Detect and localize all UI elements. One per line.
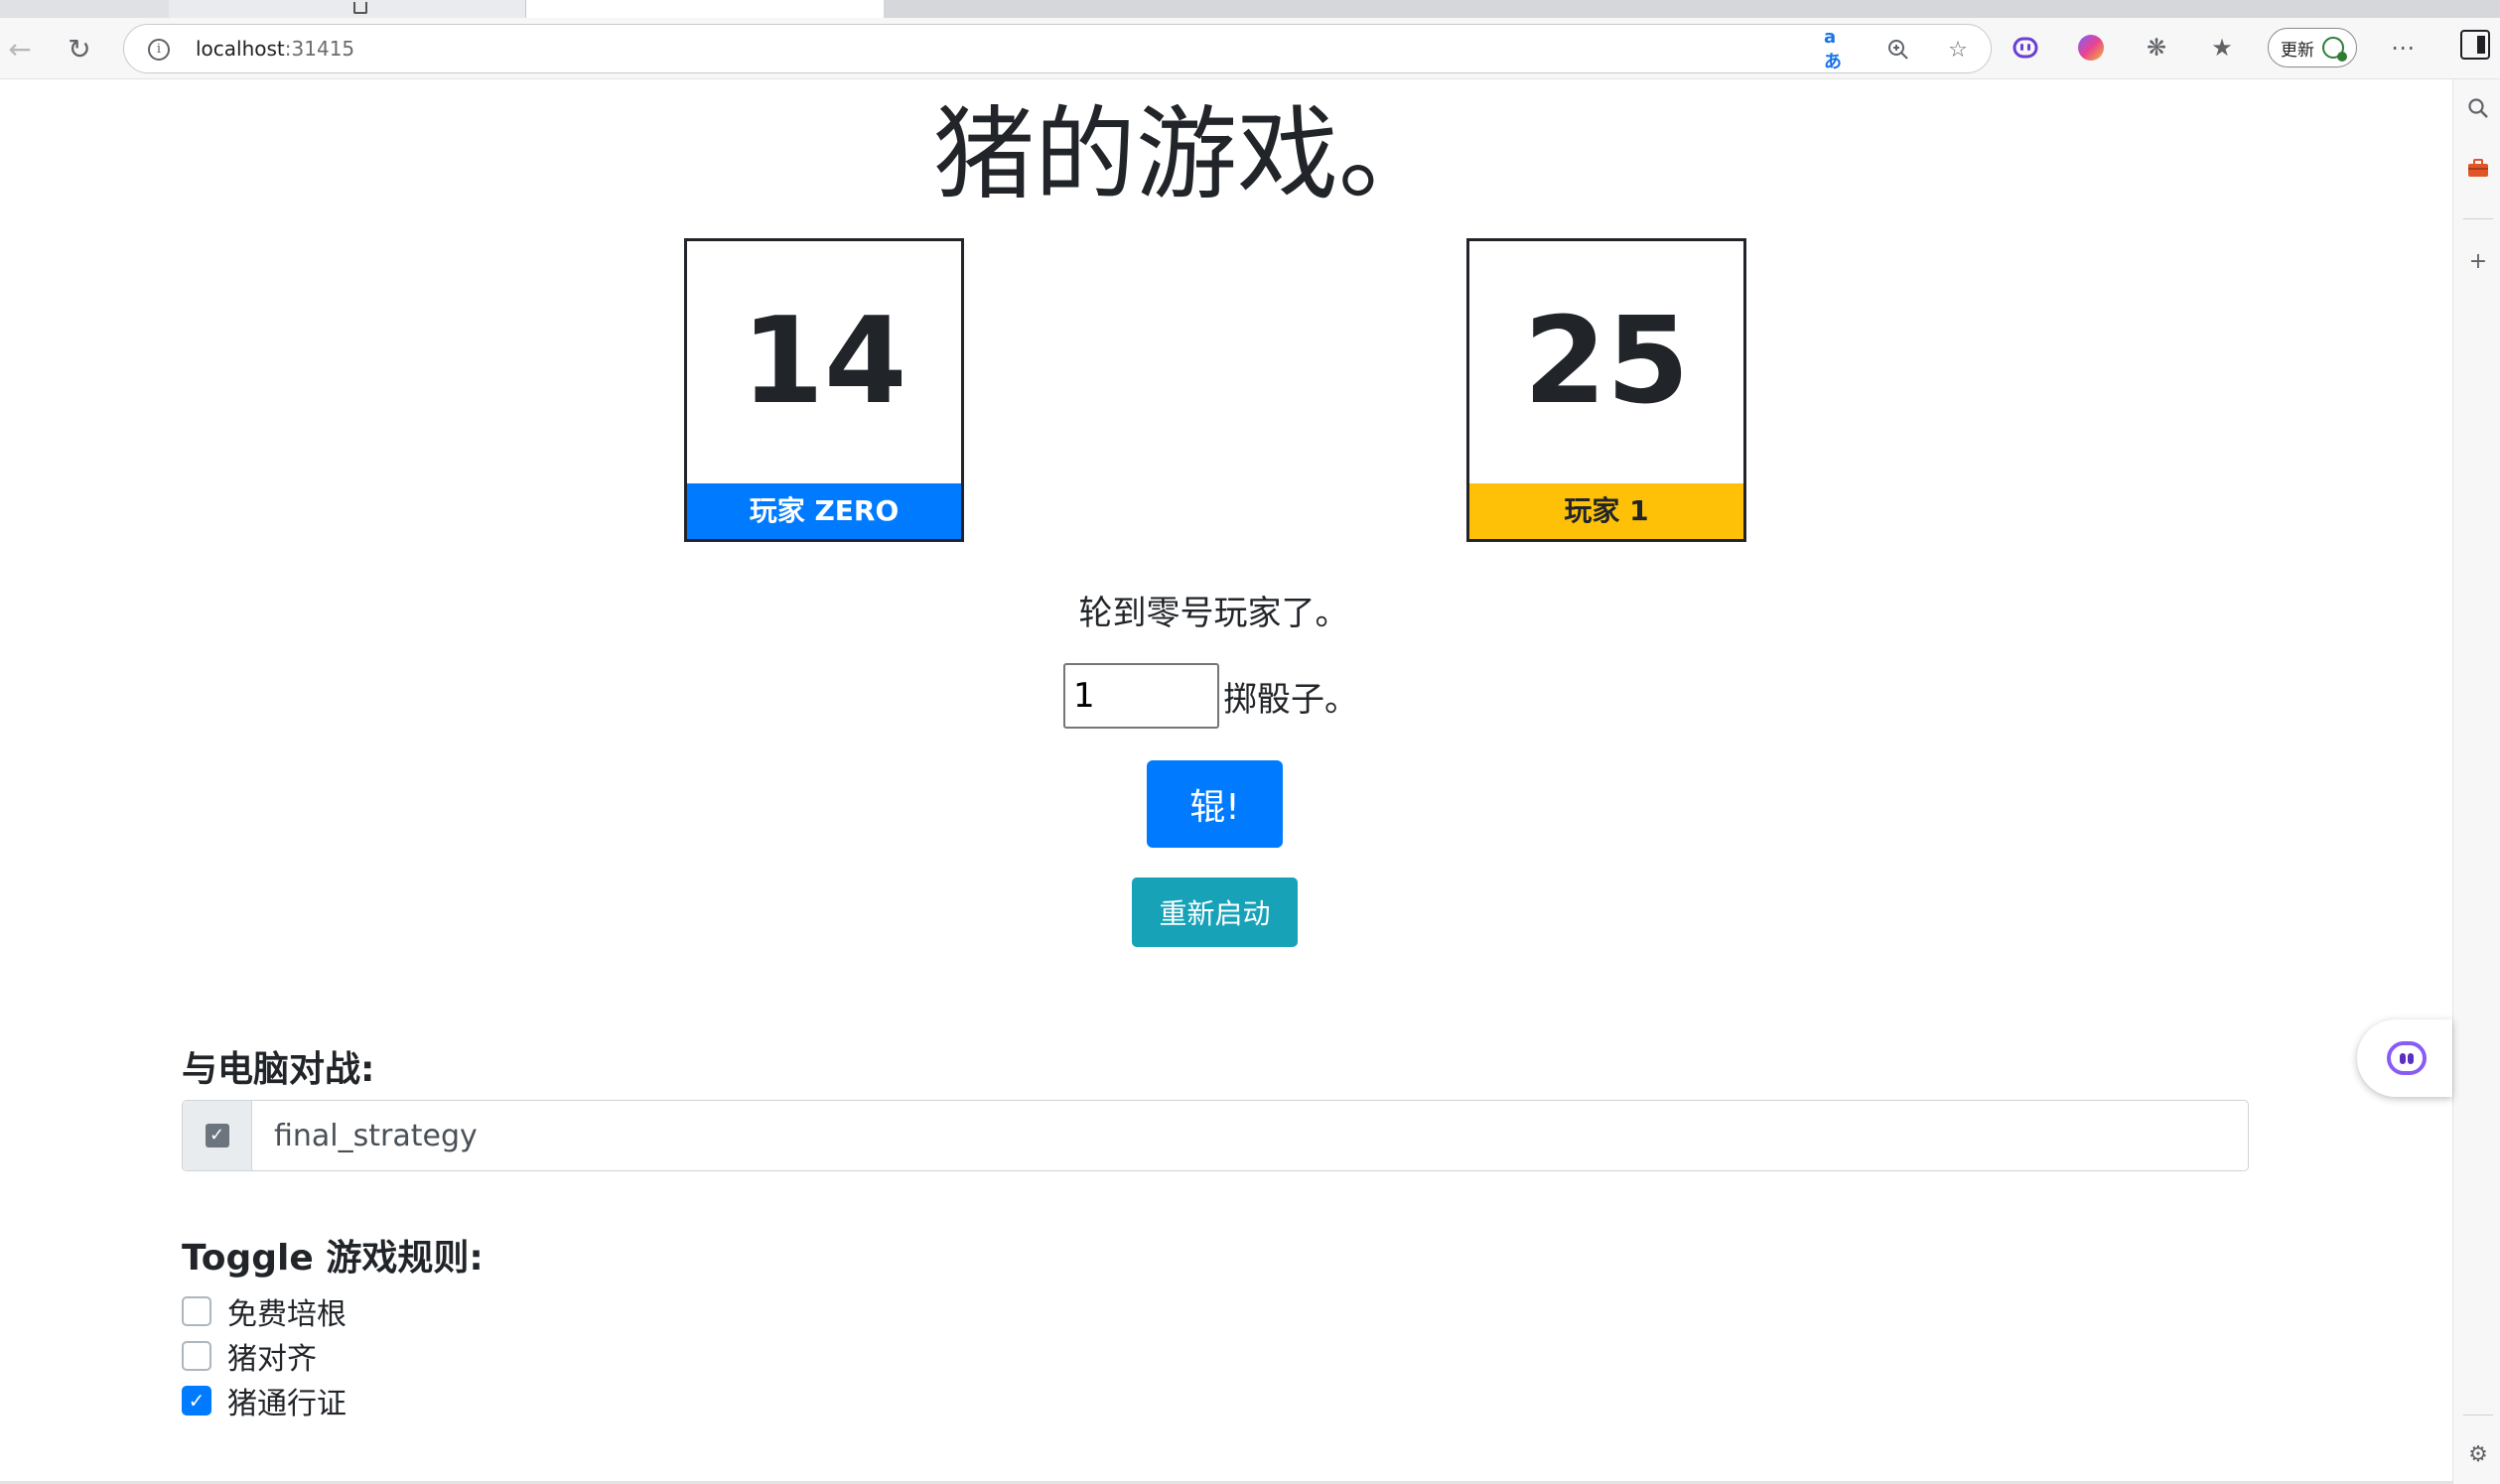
address-bar[interactable]: i localhost:31415 aあ ☆	[123, 24, 1992, 73]
reload-icon[interactable]: ↻	[60, 29, 99, 68]
player1-score: 25	[1523, 293, 1690, 431]
player0-score: 14	[741, 293, 907, 431]
player0-scorebox: 14 玩家 ZERO	[684, 238, 964, 542]
rule-label[interactable]: 免费培根	[227, 1289, 347, 1333]
roll-button[interactable]: 辊!	[1147, 760, 1283, 848]
rule-pig-align[interactable]: 猪对齐	[182, 1334, 317, 1378]
vs-computer-heading: 与电脑对战:	[182, 1049, 375, 1090]
translate-icon[interactable]: aあ	[1824, 27, 1854, 72]
tab-active[interactable]	[526, 0, 1076, 18]
rule-checkbox[interactable]	[182, 1296, 211, 1326]
copilot-face-icon[interactable]	[2006, 28, 2045, 67]
zoom-icon[interactable]	[1883, 35, 1913, 65]
favorite-icon[interactable]: ☆	[1943, 35, 1973, 65]
tab-strip	[0, 0, 2500, 18]
dice-count-input[interactable]	[1063, 663, 1219, 729]
checkbox-checked-icon[interactable]: ✓	[205, 1124, 229, 1147]
dice-row: 掷骰子。	[1063, 663, 1358, 729]
tab-page-icon	[353, 2, 367, 14]
rule-label[interactable]: 猪通行证	[227, 1379, 347, 1422]
player1-scorebox: 25 玩家 1	[1466, 238, 1746, 542]
url-text[interactable]: localhost:31415	[196, 37, 354, 61]
page-content: 猪的游戏。 14 玩家 ZERO 25 玩家 1 轮到零号玩家了。 掷骰子。 辊…	[0, 79, 2452, 1484]
rule-free-bacon[interactable]: 免费培根	[182, 1289, 347, 1333]
browser-sidebar: + ⚙	[2452, 79, 2500, 1484]
restart-button[interactable]: 重新启动	[1132, 877, 1298, 947]
settings-icon[interactable]: ⚙	[2465, 1441, 2491, 1467]
strategy-input-group: ✓	[182, 1100, 2249, 1171]
tab-inactive[interactable]	[169, 0, 526, 18]
favorites-list-icon[interactable]: ★	[2202, 28, 2242, 67]
info-icon[interactable]: i	[148, 39, 170, 61]
page-title: 猪的游戏。	[933, 96, 1440, 214]
browser-toolbar: ← ↻ i localhost:31415 aあ ☆ ❋ ★ 更新 ⋯	[0, 18, 2500, 79]
update-label: 更新	[2281, 40, 2314, 61]
copilot-face-icon	[2387, 1041, 2427, 1075]
turn-status: 轮到零号玩家了。	[1078, 594, 1349, 633]
update-button[interactable]: 更新	[2268, 28, 2357, 67]
dice-label: 掷骰子。	[1223, 679, 1358, 720]
strategy-toggle[interactable]: ✓	[183, 1101, 252, 1170]
tab-strip-fill	[884, 0, 2500, 18]
checkbox-checked-icon[interactable]: ✓	[182, 1386, 211, 1416]
player1-label: 玩家 1	[1469, 483, 1743, 539]
update-status-icon	[2322, 37, 2347, 62]
sidebar-toggle-icon[interactable]	[2460, 30, 2490, 60]
sidebar-separator	[2463, 218, 2493, 219]
rule-checkbox[interactable]	[182, 1341, 211, 1371]
back-icon[interactable]: ←	[0, 29, 40, 68]
copilot-logo-icon[interactable]	[2071, 28, 2111, 67]
player0-label: 玩家 ZERO	[687, 483, 961, 539]
rule-pig-pass[interactable]: ✓ 猪通行证	[182, 1379, 347, 1422]
rules-heading: Toggle 游戏规则:	[182, 1238, 484, 1279]
more-icon[interactable]: ⋯	[2383, 28, 2423, 67]
sidebar-separator	[2463, 1415, 2493, 1416]
strategy-input[interactable]	[252, 1101, 2248, 1170]
add-icon[interactable]: +	[2465, 248, 2491, 274]
url-port: :31415	[284, 37, 355, 61]
rule-label[interactable]: 猪对齐	[227, 1334, 317, 1378]
assistant-float-button[interactable]	[2357, 1019, 2452, 1097]
toolbox-icon[interactable]	[2465, 155, 2491, 181]
search-icon[interactable]	[2465, 95, 2491, 121]
extensions-icon[interactable]: ❋	[2137, 28, 2176, 67]
url-host: localhost	[196, 37, 285, 61]
